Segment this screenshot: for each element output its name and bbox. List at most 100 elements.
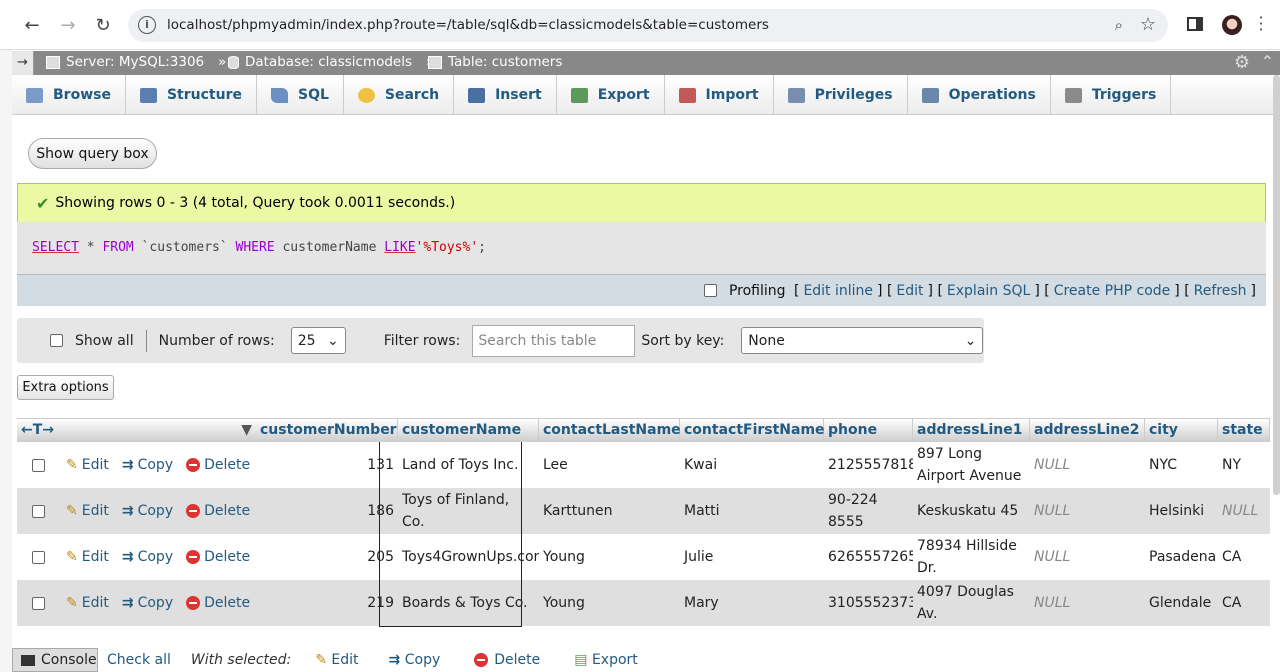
cell-contactLastName[interactable]: Karttunen xyxy=(539,488,680,534)
expand-navigation-icon[interactable]: → xyxy=(12,51,34,75)
cell-customerName[interactable]: Land of Toys Inc. xyxy=(398,442,539,488)
column-header-contactLastName[interactable]: contactLastName xyxy=(539,419,681,442)
tab-export[interactable]: Export xyxy=(557,75,665,115)
breadcrumb-server[interactable]: Server: MySQL:3306 » xyxy=(46,54,226,70)
row-edit-button[interactable]: ✎ Edit xyxy=(66,500,109,522)
cell-addressLine1[interactable]: 897 Long Airport Avenue xyxy=(913,442,1030,488)
edit-link[interactable]: Edit xyxy=(896,283,923,299)
cell-phone[interactable]: 90-224 8555 xyxy=(824,488,913,534)
row-edit-button[interactable]: ✎ Edit xyxy=(66,454,109,476)
back-icon[interactable]: ← xyxy=(19,12,45,38)
reload-icon[interactable]: ↻ xyxy=(90,12,116,38)
show-query-box-button[interactable]: Show query box xyxy=(28,138,157,169)
cell-city[interactable]: Helsinki xyxy=(1145,488,1218,534)
row-copy-button[interactable]: ⇉ Copy xyxy=(122,500,173,522)
tab-privileges[interactable]: Privileges xyxy=(774,75,908,115)
row-checkbox[interactable] xyxy=(32,550,45,564)
cell-contactLastName[interactable]: Lee xyxy=(539,442,680,488)
row-delete-button[interactable]: Delete xyxy=(186,592,250,614)
cell-customerName[interactable]: Toys4GrownUps.com xyxy=(398,534,539,580)
address-bar[interactable]: i localhost/phpmyadmin/index.php?route=/… xyxy=(128,9,1168,42)
cell-customerNumber[interactable]: 205 xyxy=(256,534,398,580)
row-copy-button[interactable]: ⇉ Copy xyxy=(122,546,173,568)
cell-state[interactable]: CA xyxy=(1218,580,1270,626)
row-checkbox[interactable] xyxy=(32,504,45,518)
side-panel-icon[interactable] xyxy=(1187,17,1203,31)
row-checkbox[interactable] xyxy=(32,458,45,472)
cell-phone[interactable]: 2125557818 xyxy=(824,442,913,488)
cell-contactFirstName[interactable]: Kwai xyxy=(680,442,824,488)
tab-insert[interactable]: Insert xyxy=(454,75,557,115)
column-header-state[interactable]: state xyxy=(1218,419,1270,442)
collapse-top-icon[interactable]: ⌃ xyxy=(1261,52,1274,71)
cell-phone[interactable]: 3105552373 xyxy=(824,580,913,626)
cell-contactLastName[interactable]: Young xyxy=(539,534,680,580)
menu-kebab-icon[interactable]: · · · xyxy=(1258,10,1264,38)
bulk-copy-button[interactable]: ⇉ Copy xyxy=(389,652,441,668)
site-info-icon[interactable]: i xyxy=(138,16,156,34)
forward-icon[interactable]: → xyxy=(55,12,81,38)
cell-addressLine1[interactable]: 78934 Hillside Dr. xyxy=(913,534,1030,580)
cell-city[interactable]: Glendale xyxy=(1145,580,1218,626)
column-header-contactFirstName[interactable]: contactFirstName xyxy=(680,419,825,442)
console-button[interactable]: Console xyxy=(12,648,98,672)
cell-addressLine2[interactable]: NULL xyxy=(1030,534,1145,580)
cell-addressLine1[interactable]: 4097 Douglas Av. xyxy=(913,580,1030,626)
cell-city[interactable]: NYC xyxy=(1145,442,1218,488)
row-copy-button[interactable]: ⇉ Copy xyxy=(122,592,173,614)
cell-addressLine1[interactable]: Keskuskatu 45 xyxy=(913,488,1030,534)
url-text[interactable]: localhost/phpmyadmin/index.php?route=/ta… xyxy=(167,17,769,33)
cell-contactFirstName[interactable]: Julie xyxy=(680,534,824,580)
row-copy-button[interactable]: ⇉ Copy xyxy=(122,454,173,476)
row-delete-button[interactable]: Delete xyxy=(186,546,250,568)
cell-addressLine2[interactable]: NULL xyxy=(1030,488,1145,534)
show-all-checkbox[interactable] xyxy=(50,334,63,347)
column-header-phone[interactable]: phone xyxy=(824,419,913,442)
profiling-checkbox[interactable] xyxy=(703,284,717,297)
column-dropdown-icon[interactable]: ▼ xyxy=(241,422,252,439)
bookmark-star-icon[interactable]: ☆ xyxy=(1140,14,1156,35)
cell-city[interactable]: Pasadena xyxy=(1145,534,1218,580)
check-all-link[interactable]: Check all xyxy=(107,652,171,668)
breadcrumb-database[interactable]: Database: classicmodels » xyxy=(228,54,434,70)
tab-browse[interactable]: Browse xyxy=(12,75,126,115)
number-of-rows-select[interactable]: 25 ⌄ xyxy=(290,327,346,354)
sort-by-key-select[interactable]: None ⌄ xyxy=(741,327,984,354)
column-header-addressLine2[interactable]: addressLine2 xyxy=(1030,419,1145,442)
bulk-edit-button[interactable]: ✎ Edit xyxy=(315,652,358,668)
column-header-city[interactable]: city xyxy=(1145,419,1218,442)
filter-rows-input[interactable]: Search this table xyxy=(472,324,636,357)
column-header-customerName[interactable]: customerName xyxy=(398,419,539,442)
row-delete-button[interactable]: Delete xyxy=(186,500,250,522)
column-header-addressLine1[interactable]: addressLine1 xyxy=(913,419,1030,442)
row-edit-button[interactable]: ✎ Edit xyxy=(66,546,109,568)
cell-state[interactable]: NULL xyxy=(1218,488,1270,534)
refresh-link[interactable]: Refresh xyxy=(1194,283,1247,299)
cell-state[interactable]: NY xyxy=(1218,442,1270,488)
bulk-export-button[interactable]: ▤ Export xyxy=(574,652,638,668)
cell-state[interactable]: CA xyxy=(1218,534,1270,580)
cell-contactFirstName[interactable]: Matti xyxy=(680,488,824,534)
profile-avatar[interactable] xyxy=(1222,15,1242,35)
extra-options-button[interactable]: Extra options xyxy=(17,375,114,400)
cell-addressLine2[interactable]: NULL xyxy=(1030,580,1145,626)
edit-inline-link[interactable]: Edit inline xyxy=(803,283,873,299)
tab-structure[interactable]: Structure xyxy=(126,75,257,115)
row-checkbox[interactable] xyxy=(32,596,45,610)
zoom-icon[interactable]: ⌕ xyxy=(1115,16,1123,34)
bulk-delete-button[interactable]: Delete xyxy=(474,652,540,668)
explain-sql-link[interactable]: Explain SQL xyxy=(947,283,1030,299)
cell-addressLine2[interactable]: NULL xyxy=(1030,442,1145,488)
tab-sql[interactable]: SQL xyxy=(257,75,344,115)
tab-search[interactable]: Search xyxy=(344,75,455,115)
cell-customerName[interactable]: Toys of Finland, Co. xyxy=(398,488,539,534)
create-php-code-link[interactable]: Create PHP code xyxy=(1054,283,1171,299)
column-sort-arrows-icon[interactable]: ←T→ xyxy=(21,422,54,439)
tab-triggers[interactable]: Triggers xyxy=(1051,75,1172,115)
cell-contactFirstName[interactable]: Mary xyxy=(680,580,824,626)
breadcrumb-table[interactable]: Table: customers xyxy=(428,54,562,70)
cell-customerNumber[interactable]: 219 xyxy=(256,580,398,626)
cell-customerNumber[interactable]: 131 xyxy=(256,442,398,488)
page-scrollbar[interactable] xyxy=(1273,75,1280,495)
cell-customerName[interactable]: Boards & Toys Co. xyxy=(398,580,539,626)
